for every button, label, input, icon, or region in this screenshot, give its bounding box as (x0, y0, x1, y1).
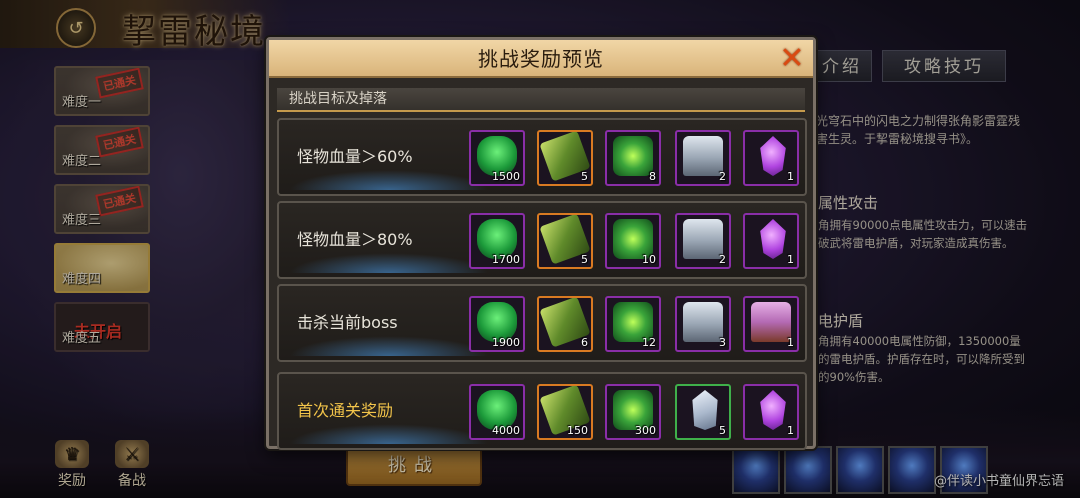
chest-icon (683, 302, 723, 342)
reward-item-chest[interactable]: 2 (675, 130, 731, 186)
reward-row: 怪物血量＞60% 1500 5 8 2 1 (277, 118, 807, 196)
item-quantity: 1900 (492, 336, 520, 349)
item-quantity: 6 (581, 336, 588, 349)
item-quantity: 300 (635, 424, 656, 437)
pack-icon (613, 136, 653, 176)
item-quantity: 2 (719, 170, 726, 183)
reward-item-chest-gold[interactable]: 1 (743, 296, 799, 352)
reward-item-scroll[interactable]: 150 (537, 384, 593, 440)
item-quantity: 1 (787, 170, 794, 183)
close-icon[interactable]: ✕ (775, 44, 809, 74)
item-quantity: 5 (719, 424, 726, 437)
item-quantity: 1 (787, 336, 794, 349)
reward-item-pack[interactable]: 300 (605, 384, 661, 440)
reward-item-crystal[interactable]: 5 (675, 384, 731, 440)
crystal-icon (692, 390, 718, 430)
reward-condition-label: 怪物血量＞60% (297, 147, 413, 166)
reward-condition-label: 首次通关奖励 (297, 401, 394, 420)
reward-item-book[interactable]: 4000 (469, 384, 525, 440)
reward-row: 击杀当前boss 1900 6 12 3 1 (277, 284, 807, 362)
item-quantity: 12 (642, 336, 656, 349)
reward-item-scroll[interactable]: 5 (537, 130, 593, 186)
reward-condition-label: 怪物血量＞80% (297, 230, 413, 249)
reward-preview-modal: 挑战奖励预览 ✕ 挑战目标及掉落 怪物血量＞60% 1500 5 8 2 1 怪物血量＞80… (266, 37, 816, 450)
item-quantity: 10 (642, 253, 656, 266)
item-quantity: 8 (649, 170, 656, 183)
reward-item-scroll[interactable]: 6 (537, 296, 593, 352)
reward-condition-label: 击杀当前boss (297, 313, 398, 332)
gem-icon (760, 219, 786, 259)
item-quantity: 2 (719, 253, 726, 266)
reward-item-book[interactable]: 1700 (469, 213, 525, 269)
reward-item-pack[interactable]: 12 (605, 296, 661, 352)
item-quantity: 1 (787, 424, 794, 437)
modal-header: 挑战奖励预览 (269, 40, 813, 78)
item-quantity: 150 (567, 424, 588, 437)
reward-row: 首次通关奖励 4000 150 300 5 1 (277, 372, 807, 450)
reward-item-chest[interactable]: 3 (675, 296, 731, 352)
item-quantity: 4000 (492, 424, 520, 437)
gem-icon (760, 390, 786, 430)
item-quantity: 3 (719, 336, 726, 349)
reward-item-chest[interactable]: 2 (675, 213, 731, 269)
item-quantity: 1500 (492, 170, 520, 183)
reward-item-gem[interactable]: 1 (743, 384, 799, 440)
reward-item-pack[interactable]: 8 (605, 130, 661, 186)
chest-gold-icon (751, 302, 791, 342)
reward-item-book[interactable]: 1900 (469, 296, 525, 352)
reward-item-gem[interactable]: 1 (743, 130, 799, 186)
chest-icon (683, 219, 723, 259)
modal-title: 挑战奖励预览 (478, 47, 604, 71)
item-quantity: 1 (787, 253, 794, 266)
reward-item-pack[interactable]: 10 (605, 213, 661, 269)
item-quantity: 1700 (492, 253, 520, 266)
reward-item-gem[interactable]: 1 (743, 213, 799, 269)
gem-icon (760, 136, 786, 176)
item-quantity: 5 (581, 253, 588, 266)
item-quantity: 5 (581, 170, 588, 183)
reward-item-book[interactable]: 1500 (469, 130, 525, 186)
reward-item-scroll[interactable]: 5 (537, 213, 593, 269)
reward-row: 怪物血量＞80% 1700 5 10 2 1 (277, 201, 807, 279)
section-header: 挑战目标及掉落 (277, 88, 805, 112)
chest-icon (683, 136, 723, 176)
